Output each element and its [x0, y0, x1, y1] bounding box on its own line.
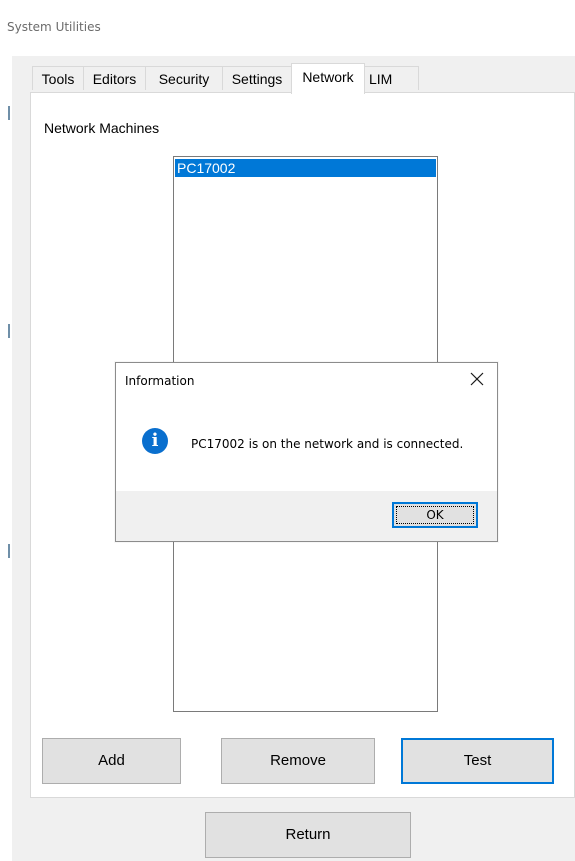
tab-settings[interactable]: Settings: [222, 66, 292, 90]
tab-network[interactable]: Network: [291, 63, 365, 94]
info-icon: i: [142, 428, 168, 454]
network-machines-label: Network Machines: [44, 120, 160, 136]
return-button[interactable]: Return: [205, 812, 411, 858]
ok-button[interactable]: OK: [392, 502, 478, 528]
ok-button-label: OK: [426, 508, 444, 522]
tab-lim[interactable]: LIM: [364, 66, 419, 90]
tab-tools[interactable]: Tools: [32, 66, 84, 90]
close-icon[interactable]: [467, 369, 487, 389]
edge-marker: [8, 106, 10, 120]
information-dialog: Information i PC17002 is on the network …: [115, 362, 498, 542]
remove-button[interactable]: Remove: [221, 738, 375, 784]
dialog-message: PC17002 is on the network and is connect…: [191, 437, 464, 451]
test-button[interactable]: Test: [401, 738, 554, 784]
edge-marker: [8, 324, 10, 338]
tab-security[interactable]: Security: [145, 66, 223, 90]
tab-editors[interactable]: Editors: [83, 66, 146, 90]
dialog-footer: OK: [116, 491, 497, 541]
add-button[interactable]: Add: [42, 738, 181, 784]
window-title: System Utilities: [7, 20, 101, 34]
list-item[interactable]: PC17002: [175, 159, 436, 177]
left-window-edge: [0, 56, 12, 861]
dialog-title: Information: [125, 374, 195, 388]
title-bar: System Utilities: [0, 0, 575, 56]
edge-marker: [8, 544, 10, 558]
